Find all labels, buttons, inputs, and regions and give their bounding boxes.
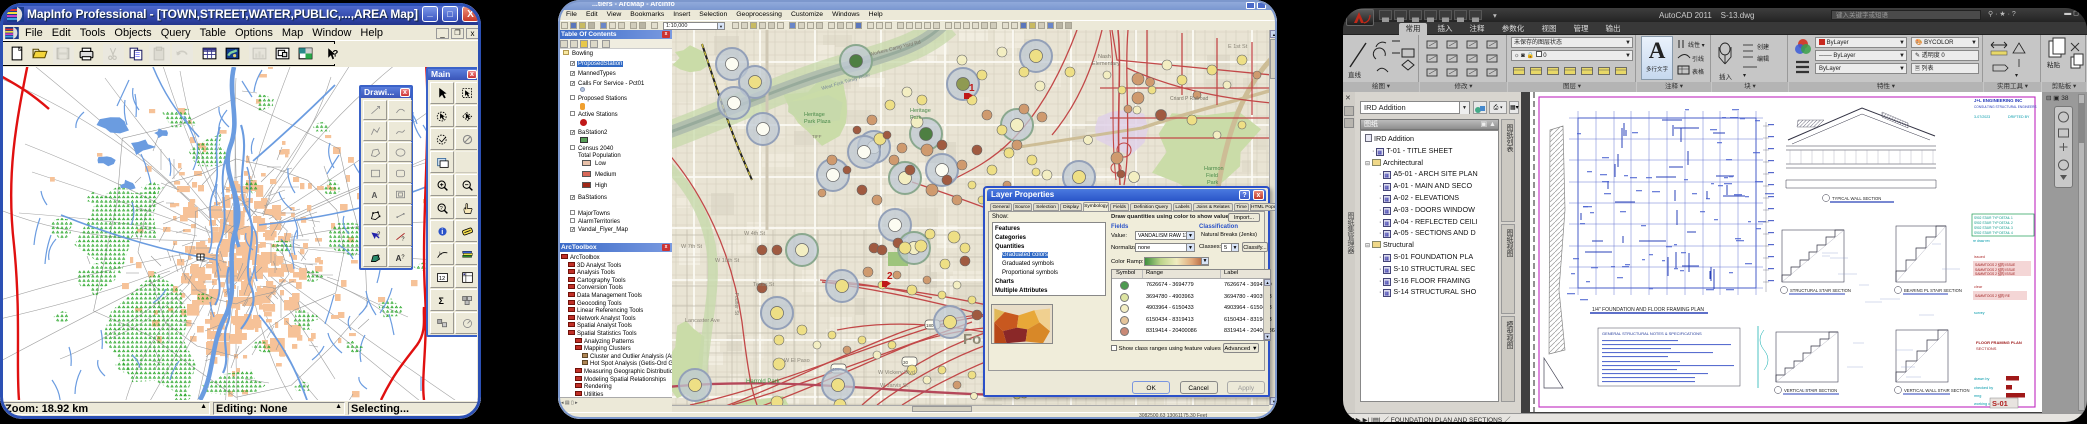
svg-text:?: ? xyxy=(401,254,404,260)
svg-text:BEARING PL STAIR SECTION: BEARING PL STAIR SECTION xyxy=(1904,288,1962,293)
svg-text:i: i xyxy=(441,227,443,236)
svg-text:GENERAL STRUCTURAL NOTES & SPE: GENERAL STRUCTURAL NOTES & SPECIFICATION… xyxy=(1602,331,1702,336)
svg-text:Fo: Fo xyxy=(963,331,981,348)
svg-text:SAMMTOGS 2 结构 ISSUE: SAMMTOGS 2 结构 ISSUE xyxy=(1975,271,2016,276)
svg-text:Harmon: Harmon xyxy=(1204,166,1224,172)
svg-text:Heritage: Heritage xyxy=(910,108,931,114)
svg-text:STRUCTURAL STAIR SECTION: STRUCTURAL STAIR SECTION xyxy=(1790,288,1851,293)
svg-text:引线: 引线 xyxy=(1692,55,1704,63)
svg-text:W Jarvis St: W Jarvis St xyxy=(880,383,908,389)
svg-text:?: ? xyxy=(440,206,443,212)
svg-text:180: 180 xyxy=(926,323,934,328)
svg-text:A: A xyxy=(371,191,377,200)
svg-text:3-07/2023: 3-07/2023 xyxy=(1974,115,1990,119)
svg-text:W 4th St: W 4th St xyxy=(744,231,766,237)
svg-text:直线: 直线 xyxy=(1348,70,1362,79)
svg-text:CONSULTING STRUCTURAL ENGINEER: CONSULTING STRUCTURAL ENGINEERS xyxy=(1974,105,2037,109)
svg-text:?: ? xyxy=(333,49,339,60)
svg-text:?: ? xyxy=(377,232,380,238)
svg-text:W Vickery Blvd: W Vickery Blvd xyxy=(878,370,915,376)
svg-text:working on: working on xyxy=(1974,402,1992,406)
svg-text:1: 1 xyxy=(969,83,975,94)
svg-text:W 10th St: W 10th St xyxy=(715,258,740,264)
svg-text:drawn by: drawn by xyxy=(1974,377,1990,381)
svg-text:S902 STAIR TYP DETAIL 1: S902 STAIR TYP DETAIL 1 xyxy=(1974,216,2013,220)
svg-text:VERTICAL STAIR SECTION: VERTICAL STAIR SECTION xyxy=(1784,388,1837,393)
svg-text:Fourier St: Fourier St xyxy=(733,293,739,316)
svg-text:survey: survey xyxy=(1974,311,1985,315)
svg-text:SAMMTOGS 2 结构 ISSUE: SAMMTOGS 2 结构 ISSUE xyxy=(1975,262,2016,267)
svg-text:?: ? xyxy=(401,237,404,243)
svg-text:TIFF: TIFF xyxy=(812,134,822,139)
svg-text:30: 30 xyxy=(903,360,909,365)
svg-text:2: 2 xyxy=(887,271,893,282)
svg-text:粘贴: 粘贴 xyxy=(2047,60,2061,69)
svg-text:创建: 创建 xyxy=(1757,43,1769,51)
svg-text:SECTIONS: SECTIONS xyxy=(1976,346,1997,351)
svg-text:issued: issued xyxy=(1974,255,1985,259)
svg-text:▾: ▾ xyxy=(2015,73,2018,79)
svg-text:TYPICAL WALL SECTION: TYPICAL WALL SECTION xyxy=(1832,196,1881,201)
svg-text:Nash: Nash xyxy=(1098,54,1111,60)
svg-text:S902 STAIR TYP DETAIL 3: S902 STAIR TYP DETAIL 3 xyxy=(1974,226,2013,230)
svg-text:W El Paso: W El Paso xyxy=(784,358,810,364)
svg-text:▾: ▾ xyxy=(1743,73,1746,79)
svg-text:Texas St: Texas St xyxy=(753,282,775,288)
svg-text:S-01: S-01 xyxy=(1992,399,2008,408)
svg-text:?: ? xyxy=(376,254,379,260)
svg-text:12: 12 xyxy=(439,276,445,282)
svg-text:Criard P Railroad: Criard P Railroad xyxy=(1170,96,1208,102)
svg-text:Elementary: Elementary xyxy=(1092,61,1120,67)
svg-text:编辑: 编辑 xyxy=(1757,55,1769,63)
svg-text:Park: Park xyxy=(910,115,922,121)
svg-text:线性 ▾: 线性 ▾ xyxy=(1688,41,1705,49)
svg-text:Heritage: Heritage xyxy=(804,112,825,118)
svg-text:S902 STAIR TYP DETAIL 4: S902 STAIR TYP DETAIL 4 xyxy=(1974,231,2013,235)
svg-text:E 1st St: E 1st St xyxy=(1228,44,1248,50)
svg-text:L: L xyxy=(439,251,442,257)
svg-text:Harrold Park: Harrold Park xyxy=(746,379,781,385)
svg-text:Lancaster Ave: Lancaster Ave xyxy=(685,318,720,324)
svg-text:Field: Field xyxy=(1206,173,1218,179)
svg-text:SAMMTOGS 2 结构 RE: SAMMTOGS 2 结构 RE xyxy=(1975,293,2011,298)
svg-text:J+L ENGINEERING INC: J+L ENGINEERING INC xyxy=(1974,98,2023,103)
svg-text:VERTICAL WALL STAIR SECTION: VERTICAL WALL STAIR SECTION xyxy=(1904,388,1969,393)
svg-text:DRIFTED BY: DRIFTED BY xyxy=(2008,115,2030,119)
svg-text:checked by: checked by xyxy=(1974,386,1993,390)
svg-text:表格: 表格 xyxy=(1692,68,1704,76)
svg-text:W 7th St: W 7th St xyxy=(681,244,703,250)
svg-text:mng: mng xyxy=(1974,394,1981,398)
svg-text:1/4" FOUNDATION AND FLOOR FRAM: 1/4" FOUNDATION AND FLOOR FRAMING PLAN xyxy=(1592,307,1704,313)
svg-text:Park Plaza: Park Plaza xyxy=(804,119,832,125)
svg-text:插入: 插入 xyxy=(1719,72,1733,81)
svg-text:re draw rev: re draw rev xyxy=(1973,239,1990,243)
svg-text:clear: clear xyxy=(1974,285,1983,289)
svg-text:FLOOR FRAMING PLAN: FLOOR FRAMING PLAN xyxy=(1976,340,2022,345)
svg-text:Σ: Σ xyxy=(438,296,444,306)
svg-text:S902 STAIR TYP DETAIL 2: S902 STAIR TYP DETAIL 2 xyxy=(1974,221,2013,225)
